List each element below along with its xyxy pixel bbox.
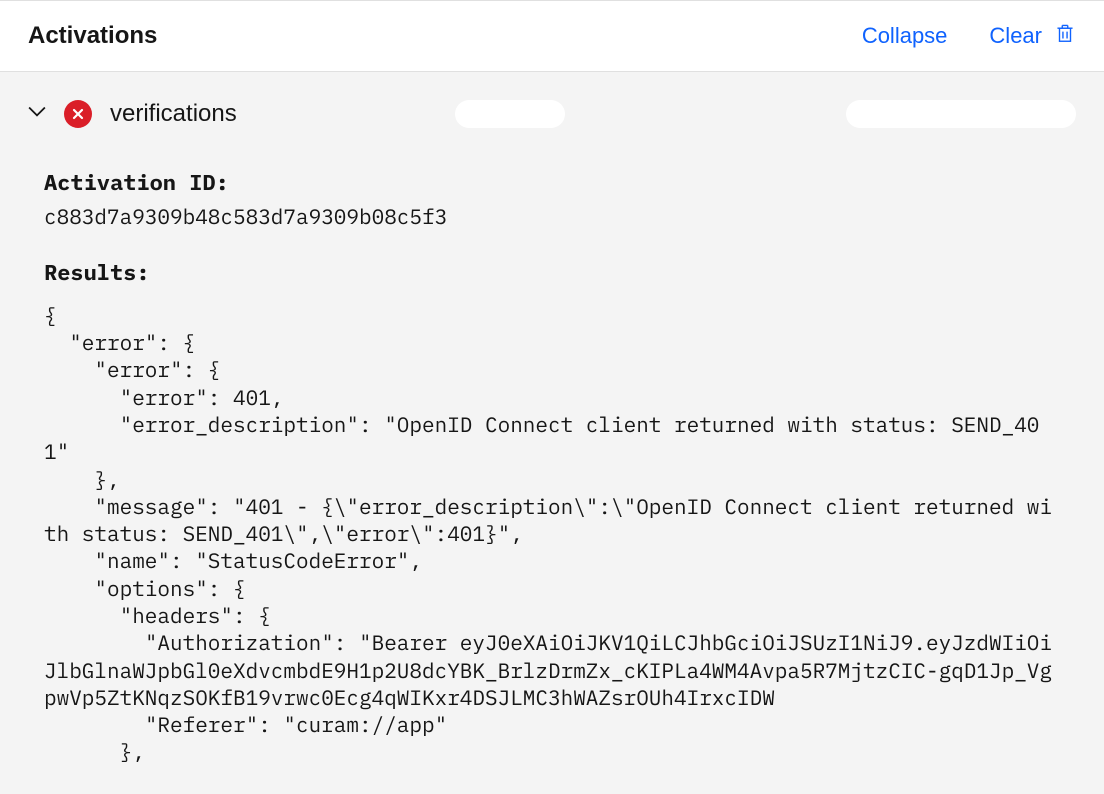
chevron-down-icon[interactable]: [28, 105, 46, 123]
header-actions: Collapse Clear: [862, 21, 1076, 51]
activation-name: verifications: [110, 100, 237, 128]
activation-id-value: c883d7a9309b48c583d7a9309b08c5f3: [44, 202, 1060, 230]
results-label: Results:: [44, 258, 1060, 288]
activation-details: Activation ID: c883d7a9309b48c583d7a9309…: [0, 136, 1104, 766]
activation-id-label: Activation ID:: [44, 168, 1060, 198]
clear-label: Clear: [989, 23, 1042, 49]
activation-row[interactable]: verifications: [0, 72, 1104, 136]
collapse-button[interactable]: Collapse: [862, 23, 948, 49]
clear-button[interactable]: Clear: [989, 21, 1076, 51]
collapse-label: Collapse: [862, 23, 948, 49]
trash-icon: [1054, 21, 1076, 51]
page-title: Activations: [28, 22, 157, 50]
redacted-field: [846, 100, 1076, 128]
error-status-icon: [64, 100, 92, 128]
redacted-field: [455, 100, 565, 128]
results-body: { "error": { "error": { "error": 401, "e…: [44, 302, 1060, 766]
activations-header: Activations Collapse Clear: [0, 0, 1104, 72]
